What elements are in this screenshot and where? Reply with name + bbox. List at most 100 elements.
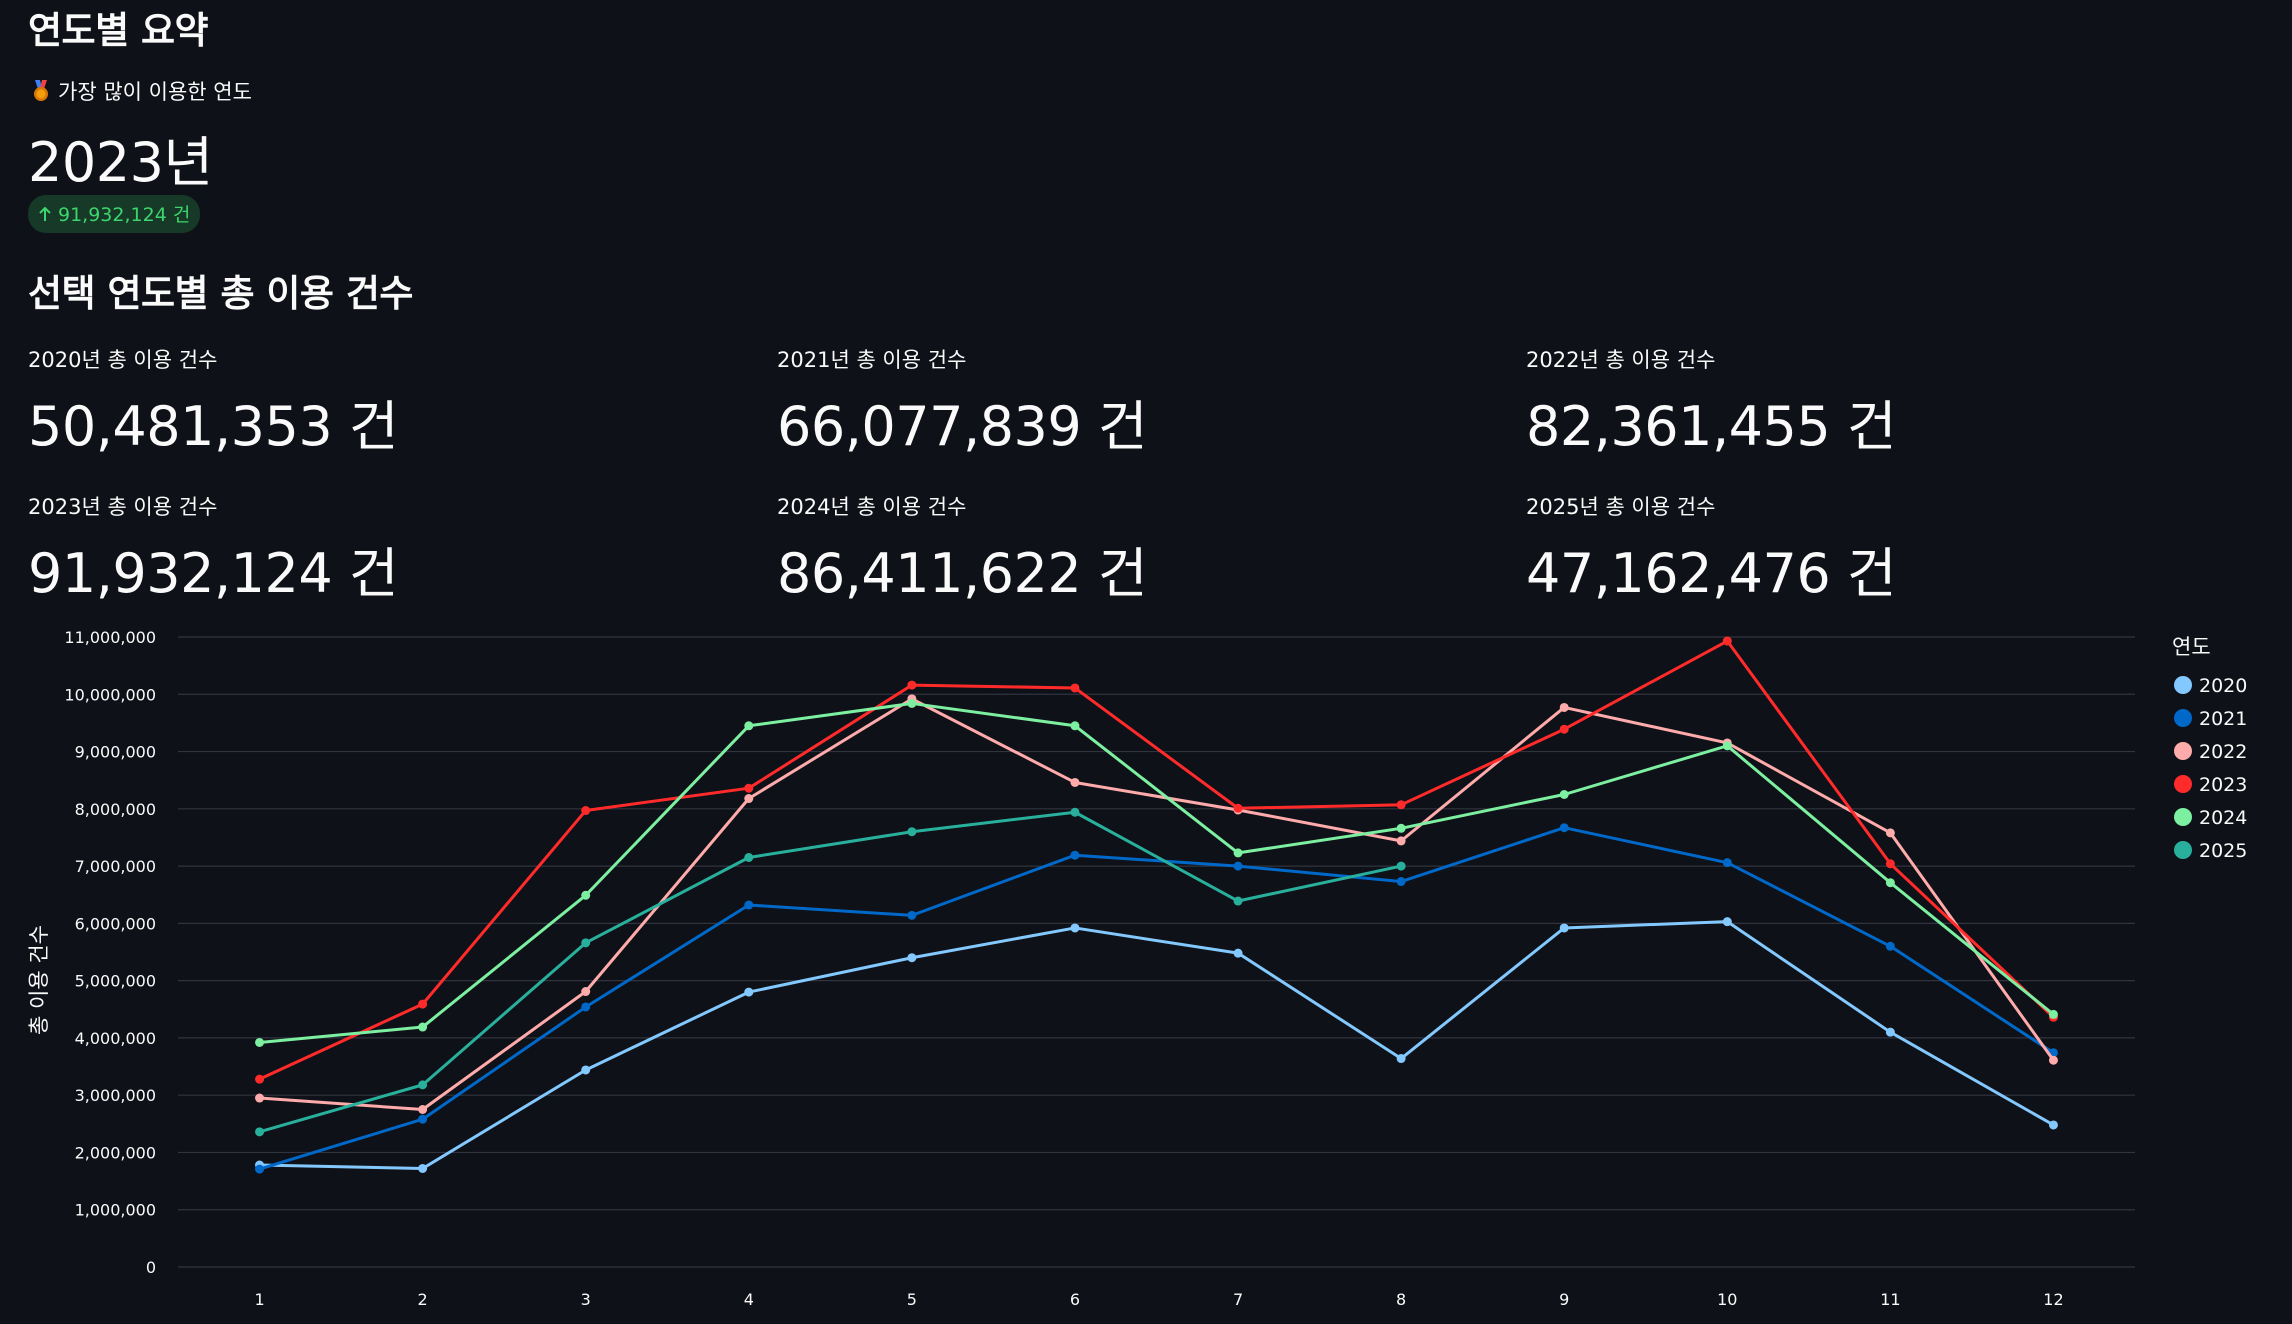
data-point-2025[interactable] — [1396, 861, 1406, 871]
data-point-2025[interactable] — [418, 1080, 428, 1090]
legend-swatch — [2174, 775, 2192, 793]
y-tick-label: 9,000,000 — [75, 743, 156, 762]
data-point-2021[interactable] — [1559, 823, 1569, 833]
legend-label: 2022 — [2199, 741, 2247, 763]
total-2022-label: 2022년 총 이용 건수 — [1526, 348, 1716, 372]
data-point-2024[interactable] — [1722, 741, 1732, 751]
data-point-2020[interactable] — [581, 1065, 591, 1075]
data-point-2023[interactable] — [907, 680, 917, 690]
legend-title: 연도 — [2172, 635, 2211, 659]
chart-grid — [178, 636, 2135, 1268]
total-2024-value: 86,411,622 건 — [777, 542, 1148, 605]
data-point-2020[interactable] — [1559, 923, 1569, 933]
legend-item-2020[interactable]: 2020 — [2174, 675, 2247, 697]
top-year-delta-text: 91,932,124 건 — [58, 204, 191, 226]
data-point-2025[interactable] — [255, 1127, 265, 1137]
arrow-up-icon — [39, 206, 51, 221]
data-point-2022[interactable] — [1885, 828, 1895, 838]
y-tick-label: 0 — [146, 1258, 156, 1277]
data-point-2023[interactable] — [581, 806, 591, 816]
data-point-2021[interactable] — [581, 1002, 591, 1012]
data-point-2021[interactable] — [1396, 877, 1406, 887]
data-point-2022[interactable] — [418, 1105, 428, 1114]
data-point-2023[interactable] — [744, 783, 754, 793]
y-tick-label: 1,000,000 — [75, 1201, 156, 1220]
data-point-2024[interactable] — [1885, 878, 1895, 888]
data-point-2025[interactable] — [744, 853, 754, 862]
data-point-2021[interactable] — [255, 1164, 265, 1174]
totals-heading: 선택 연도별 총 이용 건수 — [28, 272, 413, 315]
data-point-2025[interactable] — [1233, 896, 1243, 906]
data-point-2021[interactable] — [1070, 850, 1080, 860]
x-tick-label: 6 — [1070, 1290, 1080, 1309]
data-point-2020[interactable] — [1396, 1054, 1406, 1064]
chart-legend[interactable]: 연도 2020 2021 2022 2023 2024 2025 — [2172, 635, 2247, 862]
data-point-2020[interactable] — [418, 1163, 428, 1173]
legend-item-2021[interactable]: 2021 — [2174, 708, 2247, 730]
top-year-label: 가장 많이 이용한 연도 — [58, 80, 252, 104]
data-point-2020[interactable] — [1233, 948, 1243, 958]
data-point-2021[interactable] — [1722, 858, 1732, 868]
data-point-2022[interactable] — [2048, 1055, 2058, 1065]
data-point-2025[interactable] — [1070, 807, 1080, 817]
total-2023-value: 91,932,124 건 — [28, 542, 399, 605]
data-point-2022[interactable] — [1070, 777, 1080, 787]
data-point-2020[interactable] — [2048, 1120, 2058, 1130]
legend-item-2023[interactable]: 2023 — [2174, 774, 2247, 796]
x-tick-label: 3 — [581, 1290, 591, 1309]
legend-swatch — [2174, 808, 2192, 826]
data-point-2024[interactable] — [744, 721, 754, 731]
data-point-2024[interactable] — [2048, 1009, 2058, 1019]
data-point-2022[interactable] — [744, 794, 754, 804]
data-point-2021[interactable] — [418, 1114, 428, 1124]
data-point-2024[interactable] — [581, 890, 591, 900]
data-point-2021[interactable] — [744, 900, 754, 910]
data-point-2021[interactable] — [1885, 941, 1895, 951]
data-point-2023[interactable] — [418, 999, 428, 1009]
data-point-2024[interactable] — [1559, 790, 1569, 799]
data-point-2024[interactable] — [1233, 848, 1243, 858]
data-point-2024[interactable] — [1396, 823, 1406, 833]
data-point-2020[interactable] — [744, 987, 754, 997]
data-point-2022[interactable] — [1396, 836, 1406, 846]
y-tick-label: 4,000,000 — [75, 1029, 156, 1048]
series-2022[interactable] — [255, 694, 2058, 1114]
data-point-2020[interactable] — [1885, 1027, 1895, 1037]
series-2021[interactable] — [255, 823, 2058, 1174]
data-point-2023[interactable] — [1722, 636, 1732, 646]
series-2025[interactable] — [255, 807, 1406, 1137]
data-point-2024[interactable] — [907, 698, 917, 708]
data-point-2020[interactable] — [1722, 917, 1732, 927]
data-point-2024[interactable] — [1070, 721, 1080, 731]
legend-swatch — [2174, 676, 2192, 694]
total-2023-label: 2023년 총 이용 건수 — [28, 495, 218, 519]
legend-item-2025[interactable]: 2025 — [2174, 840, 2247, 862]
data-point-2022[interactable] — [1559, 702, 1569, 712]
data-point-2023[interactable] — [1885, 859, 1895, 869]
series-2020[interactable] — [255, 917, 2058, 1173]
data-point-2023[interactable] — [1396, 800, 1406, 810]
legend-item-2022[interactable]: 2022 — [2174, 741, 2247, 763]
data-point-2025[interactable] — [581, 938, 591, 948]
data-point-2025[interactable] — [907, 827, 917, 837]
total-2025-value: 47,162,476 건 — [1526, 542, 1897, 605]
data-point-2024[interactable] — [418, 1022, 428, 1032]
data-point-2023[interactable] — [255, 1074, 265, 1084]
monthly-usage-line-chart[interactable]: 0 1,000,000 2,000,000 3,000,000 4,000,000 5,0… — [0, 625, 2292, 1324]
data-point-2023[interactable] — [1233, 803, 1243, 813]
data-point-2022[interactable] — [581, 987, 591, 997]
data-point-2020[interactable] — [907, 953, 917, 963]
legend-swatch — [2174, 742, 2192, 760]
data-point-2021[interactable] — [1233, 861, 1243, 871]
legend-item-2024[interactable]: 2024 — [2174, 807, 2247, 829]
legend-label: 2021 — [2199, 708, 2247, 730]
x-tick-label: 12 — [2043, 1290, 2063, 1309]
y-tick-label: 5,000,000 — [75, 972, 156, 991]
data-point-2024[interactable] — [255, 1037, 265, 1047]
data-point-2020[interactable] — [1070, 923, 1080, 933]
data-point-2023[interactable] — [1070, 683, 1080, 693]
data-point-2022[interactable] — [255, 1093, 265, 1103]
data-point-2021[interactable] — [907, 910, 917, 920]
y-axis-ticks: 0 1,000,000 2,000,000 3,000,000 4,000,000 5,0… — [64, 628, 156, 1277]
data-point-2023[interactable] — [1559, 724, 1569, 734]
